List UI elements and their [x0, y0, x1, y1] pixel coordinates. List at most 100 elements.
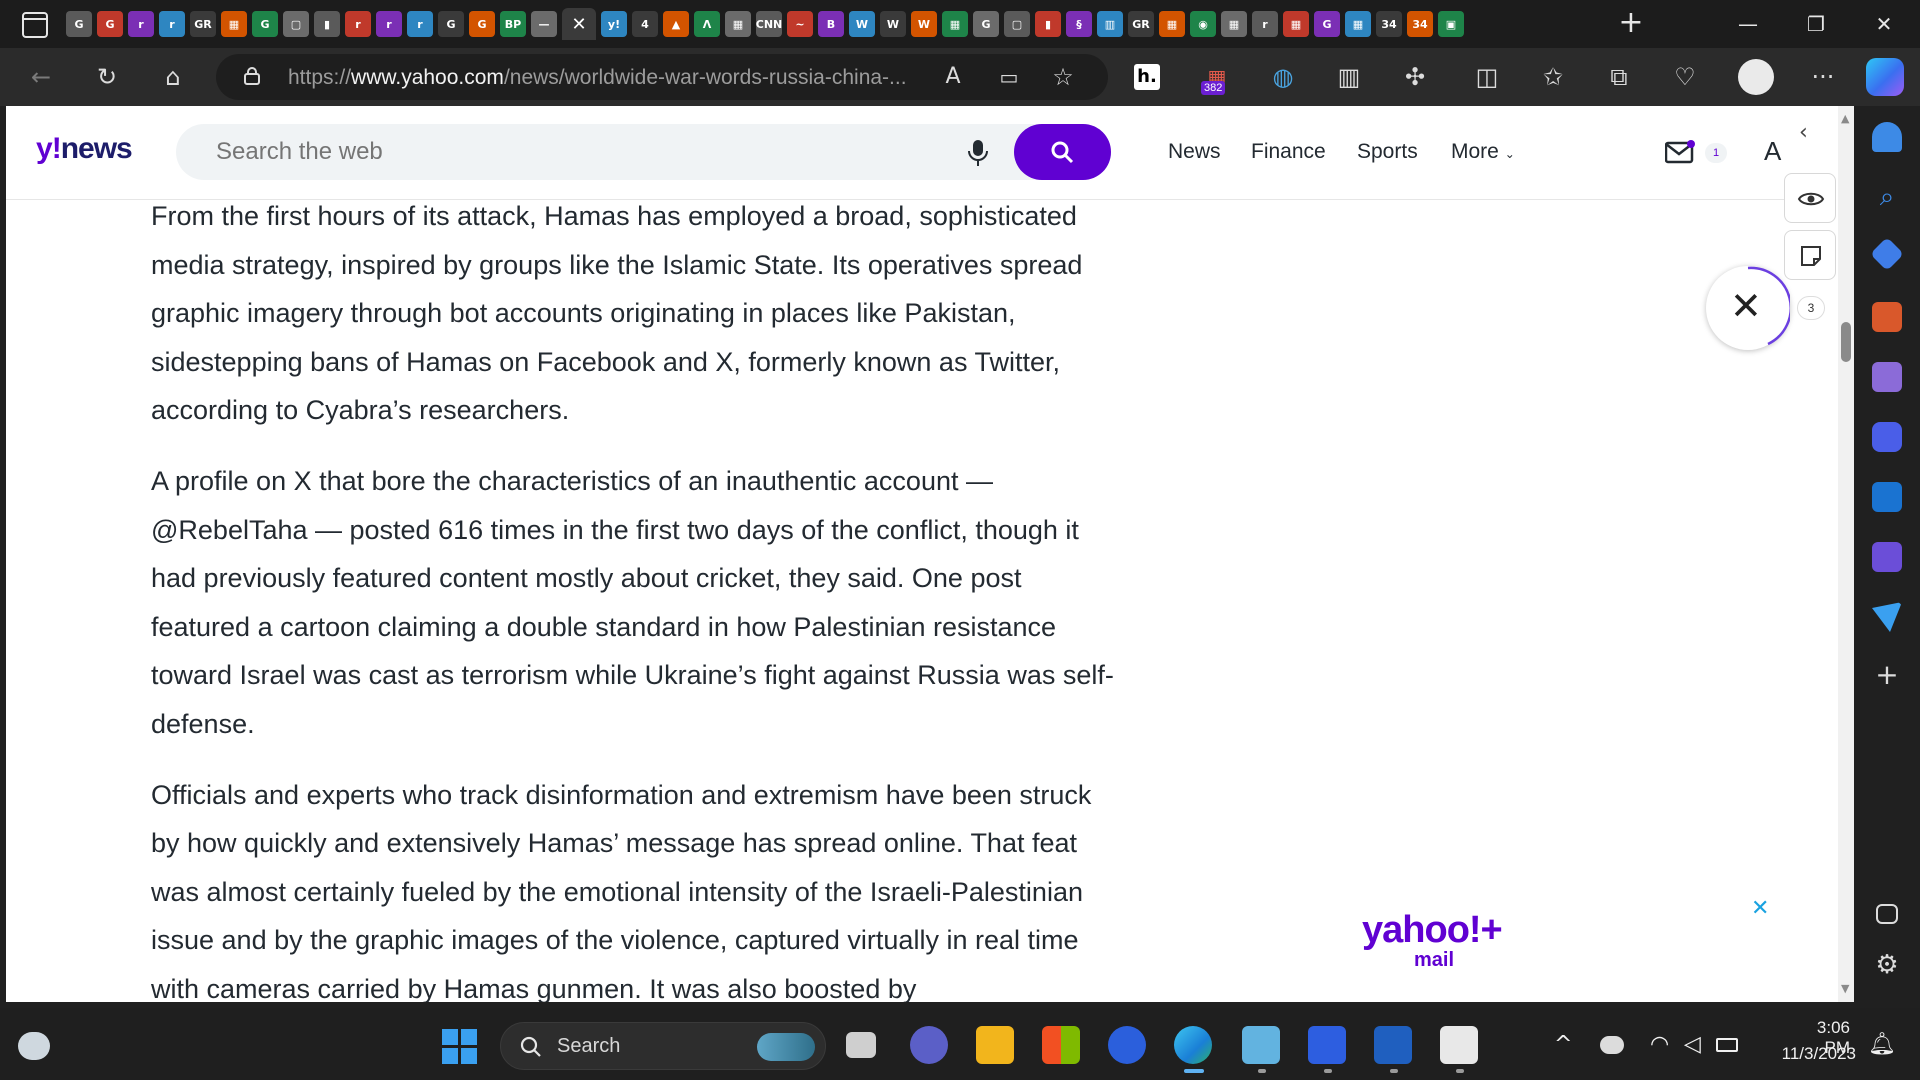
tab-favicon[interactable]: CNN — [756, 11, 782, 37]
tab-favicon[interactable]: G — [469, 11, 495, 37]
tab-favicon[interactable]: G — [973, 11, 999, 37]
tab-favicon[interactable]: r — [376, 11, 402, 37]
ad-close-icon[interactable]: ✕ — [1751, 896, 1769, 921]
url-text[interactable]: https://www.yahoo.com/news/worldwide-war… — [288, 66, 907, 90]
nav-finance[interactable]: Finance — [1251, 140, 1326, 164]
snipping-tool-icon[interactable] — [1440, 1026, 1478, 1064]
scroll-up-arrow-icon[interactable]: ▲ — [1841, 112, 1849, 125]
word-icon[interactable] — [1374, 1026, 1412, 1064]
tab-favicon[interactable]: ▦ — [1159, 11, 1185, 37]
collapse-panel-icon[interactable]: ‹ — [1799, 122, 1821, 144]
nav-news[interactable]: News — [1168, 140, 1221, 164]
nav-more[interactable]: More ⌄ — [1451, 140, 1515, 164]
tab-favicon[interactable]: r — [1252, 11, 1278, 37]
tab-favicon[interactable]: G — [438, 11, 464, 37]
home-icon[interactable]: ⌂ — [156, 60, 190, 94]
browser-essentials-icon[interactable]: ♡ — [1668, 60, 1702, 94]
yahoo-profile-button[interactable]: A — [1764, 136, 1781, 167]
tab-favicon[interactable]: ▮ — [314, 11, 340, 37]
downloads-app-icon[interactable] — [1308, 1026, 1346, 1064]
split-screen-icon[interactable]: ◫ — [1470, 60, 1504, 94]
notifications-bell-icon[interactable] — [1872, 122, 1902, 152]
tab-favicon[interactable]: 34 — [1376, 11, 1402, 37]
tab-favicon[interactable]: ▦ — [1345, 11, 1371, 37]
nav-sports[interactable]: Sports — [1357, 140, 1418, 164]
tab-favicon[interactable]: Λ — [694, 11, 720, 37]
tab-favicon[interactable]: r — [128, 11, 154, 37]
tab-actions-icon[interactable] — [22, 12, 48, 38]
tab-favicon[interactable]: ▢ — [283, 11, 309, 37]
tab-favicon[interactable]: r — [159, 11, 185, 37]
tab-favicon[interactable]: ~ — [787, 11, 813, 37]
tab-favicon[interactable]: G — [97, 11, 123, 37]
volume-muted-icon[interactable]: ◁ — [1684, 1032, 1701, 1057]
close-window-button[interactable]: ✕ — [1864, 8, 1904, 40]
teams-chat-icon[interactable] — [910, 1026, 948, 1064]
tab-favicon[interactable]: ▢ — [1004, 11, 1030, 37]
tab-favicon[interactable]: BP — [500, 11, 526, 37]
museum-extension-icon[interactable]: ▥ — [1332, 60, 1366, 94]
globe-extension-icon[interactable]: ◍ — [1266, 60, 1300, 94]
address-bar[interactable]: https://www.yahoo.com/news/worldwide-war… — [216, 54, 1108, 100]
tab-favicon[interactable]: G — [1314, 11, 1340, 37]
tools-briefcase-icon[interactable] — [1872, 302, 1902, 332]
add-sidebar-icon[interactable]: + — [1872, 660, 1902, 690]
tab-favicon[interactable]: G — [66, 11, 92, 37]
copilot-sidebar-icon[interactable] — [1872, 422, 1902, 452]
close-overlay-button[interactable]: ✕ — [1706, 266, 1790, 350]
tab-favicon[interactable]: ▦ — [942, 11, 968, 37]
app-icon[interactable] — [1108, 1026, 1146, 1064]
tab-favicon[interactable]: W — [849, 11, 875, 37]
read-aloud-icon[interactable]: A — [936, 60, 970, 94]
minimize-button[interactable]: — — [1728, 8, 1768, 40]
profile-avatar[interactable] — [1738, 59, 1774, 95]
microphone-icon[interactable] — [966, 138, 990, 168]
active-tab-close-icon[interactable]: ✕ — [562, 8, 596, 40]
tab-favicon[interactable]: B — [818, 11, 844, 37]
games-icon[interactable] — [1872, 362, 1902, 392]
windows-start-button[interactable] — [442, 1029, 478, 1065]
favorite-star-icon[interactable]: ☆ — [1046, 60, 1080, 94]
tab-favicon[interactable]: ▦ — [1221, 11, 1247, 37]
microsoft-store-icon[interactable] — [1042, 1026, 1080, 1064]
tab-favicon[interactable]: y! — [601, 11, 627, 37]
collections-icon[interactable]: ⧉ — [1602, 60, 1636, 94]
sidebar-panel-icon[interactable] — [1876, 904, 1898, 924]
search-button[interactable] — [1014, 124, 1111, 180]
task-view-icon[interactable] — [846, 1032, 876, 1058]
more-menu-icon[interactable]: ··· — [1806, 60, 1840, 94]
tab-favicon[interactable]: GR — [190, 11, 216, 37]
tab-favicon[interactable]: ▥ — [1097, 11, 1123, 37]
send-icon[interactable] — [1872, 602, 1902, 632]
app-available-icon[interactable]: ▭ — [992, 60, 1026, 94]
designer-icon[interactable] — [1872, 542, 1902, 572]
tab-favicon[interactable]: W — [880, 11, 906, 37]
tab-favicon[interactable]: ◉ — [1190, 11, 1216, 37]
copilot-icon[interactable] — [1866, 58, 1904, 96]
tab-favicon[interactable]: r — [407, 11, 433, 37]
tab-favicon[interactable]: ▦ — [221, 11, 247, 37]
weather-icon[interactable] — [18, 1032, 50, 1060]
scrollbar-thumb[interactable] — [1841, 322, 1851, 362]
taskbar-search-box[interactable]: Search — [500, 1022, 826, 1070]
search-input[interactable] — [216, 138, 916, 166]
shopping-tag-icon[interactable] — [1870, 237, 1904, 271]
tab-favicon[interactable]: ▲ — [663, 11, 689, 37]
extensions-puzzle-icon[interactable]: ✣ — [1398, 60, 1432, 94]
tab-favicon[interactable]: r — [345, 11, 371, 37]
clock-date[interactable]: 11/3/2023 — [1770, 1044, 1856, 1064]
edge-icon[interactable] — [1174, 1026, 1212, 1064]
notifications-icon[interactable]: 🔔︎ — [1868, 1032, 1896, 1057]
file-explorer-icon[interactable] — [976, 1026, 1014, 1064]
wifi-icon[interactable]: ◠ — [1650, 1032, 1669, 1057]
yahoo-mail-plus-logo[interactable]: yahoo!+ — [1362, 911, 1502, 949]
show-hidden-icons-chevron[interactable]: ^ — [1554, 1032, 1572, 1057]
tab-favicon[interactable]: — — [531, 11, 557, 37]
onedrive-icon[interactable] — [1600, 1036, 1624, 1054]
note-icon[interactable] — [1784, 230, 1836, 280]
search-sidebar-icon[interactable]: ⌕ — [1872, 182, 1902, 212]
back-icon[interactable]: ← — [24, 60, 58, 94]
scroll-down-arrow-icon[interactable]: ▼ — [1841, 982, 1849, 995]
tab-favicon[interactable]: ▦ — [1283, 11, 1309, 37]
tab-favicon[interactable]: ▦ — [725, 11, 751, 37]
